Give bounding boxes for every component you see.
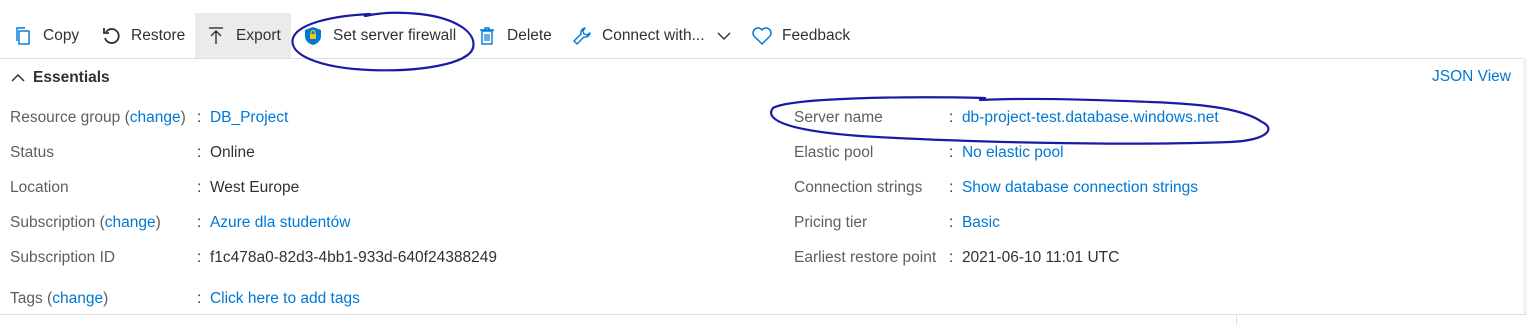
export-label: Export (236, 27, 281, 44)
feedback-button[interactable]: Feedback (751, 13, 850, 59)
subscription-id-value-row: : f1c478a0-82d3-4bb1-933d-640f24388249 (197, 249, 497, 266)
delete-label: Delete (507, 27, 552, 44)
connection-strings-link[interactable]: Show database connection strings (962, 179, 1198, 196)
earliest-restore-label: Earliest restore point (794, 249, 937, 266)
earliest-restore-value: 2021-06-10 11:01 UTC (961, 249, 1120, 266)
heart-icon (751, 25, 773, 47)
essentials-bottom-divider (0, 314, 1527, 315)
export-icon (205, 25, 227, 47)
status-value-row: : Online (197, 144, 255, 161)
elastic-pool-link[interactable]: No elastic pool (962, 144, 1064, 161)
wrench-icon (571, 25, 593, 47)
copy-button[interactable]: Copy (12, 13, 79, 59)
connect-with-button[interactable]: Connect with... (571, 13, 735, 59)
subscription-label: Subscription (change) (10, 214, 161, 231)
set-server-firewall-button[interactable]: Set server firewall (302, 13, 456, 59)
command-bar: Copy Restore Export Set server firewall … (0, 13, 1527, 59)
json-view-link[interactable]: JSON View (1432, 68, 1511, 86)
essentials-toggle[interactable]: Essentials (10, 66, 110, 90)
restore-icon (100, 25, 122, 47)
pricing-tier-link[interactable]: Basic (962, 214, 1000, 231)
subscription-value-row: : Azure dla studentów (197, 214, 351, 231)
export-button[interactable]: Export (195, 13, 291, 59)
tags-change-link[interactable]: change (52, 290, 103, 307)
server-name-label: Server name (794, 109, 883, 126)
subscription-value-link[interactable]: Azure dla studentów (210, 214, 350, 231)
earliest-restore-value-row: : 2021-06-10 11:01 UTC (949, 249, 1120, 266)
tags-label: Tags (change) (10, 290, 109, 307)
elastic-pool-label: Elastic pool (794, 144, 874, 161)
column-divider-tick (1236, 314, 1237, 325)
location-value-row: : West Europe (197, 179, 300, 196)
restore-label: Restore (131, 27, 186, 44)
delete-button[interactable]: Delete (476, 13, 552, 59)
scrollbar[interactable] (1523, 58, 1527, 315)
resource-group-value-row: : DB_Project (197, 109, 289, 126)
elastic-pool-value-row: : No elastic pool (949, 144, 1064, 161)
subscription-id-label: Subscription ID (10, 249, 116, 266)
status-label: Status (10, 144, 54, 161)
feedback-label: Feedback (782, 27, 851, 44)
chevron-down-icon (713, 25, 735, 47)
restore-button[interactable]: Restore (100, 13, 185, 59)
toolbar-divider (0, 58, 1527, 59)
location-label: Location (10, 179, 69, 196)
set-server-firewall-label: Set server firewall (333, 27, 457, 44)
subscription-id-value: f1c478a0-82d3-4bb1-933d-640f24388249 (209, 249, 497, 266)
connect-with-label: Connect with... (602, 27, 705, 44)
subscription-change-link[interactable]: change (105, 214, 156, 231)
subscription-row: Subscription (change) (10, 214, 161, 232)
resource-group-row: Resource group (change) (10, 109, 186, 127)
server-name-value-row: : db-project-test.database.windows.net (949, 109, 1219, 126)
resource-group-value-link[interactable]: DB_Project (210, 109, 288, 126)
status-value: Online (209, 144, 255, 161)
add-tags-link[interactable]: Click here to add tags (210, 290, 360, 307)
copy-label: Copy (43, 27, 80, 44)
connection-strings-label: Connection strings (794, 179, 923, 196)
shield-icon (302, 25, 324, 47)
trash-icon (476, 25, 498, 47)
tags-row: Tags (change) (10, 290, 108, 308)
chevron-up-icon (10, 70, 26, 86)
copy-icon (12, 25, 34, 47)
server-name-link[interactable]: db-project-test.database.windows.net (962, 109, 1219, 126)
tags-value-row: : Click here to add tags (197, 290, 360, 307)
location-value: West Europe (209, 179, 300, 196)
essentials-title: Essentials (33, 69, 110, 86)
connection-strings-value-row: : Show database connection strings (949, 179, 1199, 196)
resource-group-label: Resource group (change) (10, 109, 186, 126)
resource-group-change-link[interactable]: change (130, 109, 181, 126)
pricing-tier-label: Pricing tier (794, 214, 868, 231)
pricing-tier-value-row: : Basic (949, 214, 1000, 231)
